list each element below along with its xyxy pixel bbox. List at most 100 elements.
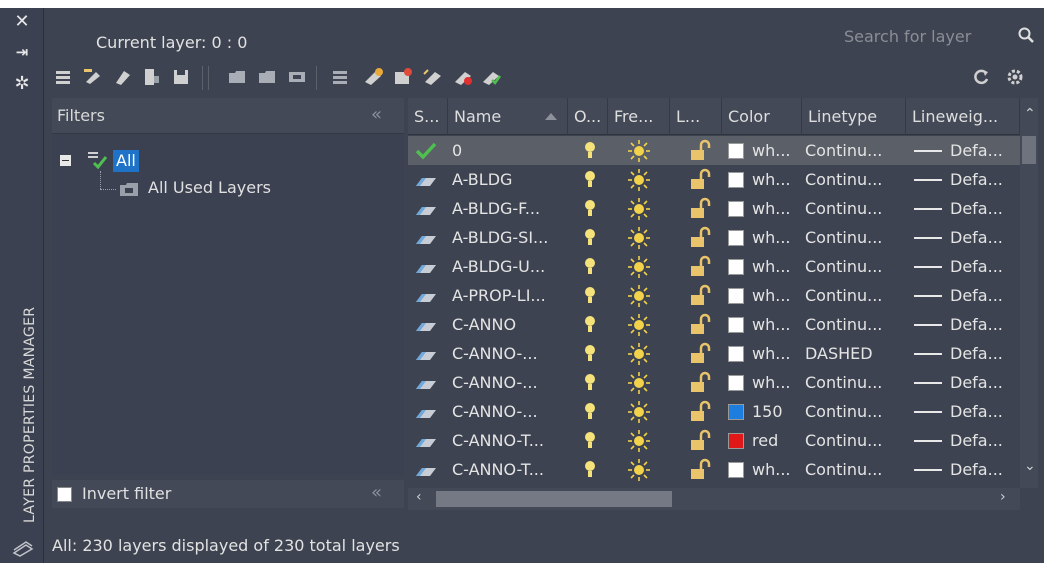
layer-lineweight-cell[interactable]: Defa... — [906, 194, 1018, 223]
layer-linetype[interactable]: Continu... — [805, 368, 905, 397]
lightbulb-on-icon[interactable] — [582, 459, 598, 481]
layer-color-cell[interactable]: wh... — [728, 223, 808, 252]
unlocked-padlock-icon[interactable] — [688, 168, 716, 192]
layer-row[interactable]: A-BLDG-F... wh... Continu... Defa... — [408, 194, 1020, 223]
scroll-left-arrow-icon[interactable]: ‹ — [416, 489, 422, 505]
layer-freeze-cell[interactable] — [620, 252, 670, 281]
layer-status-cell[interactable] — [408, 252, 448, 281]
layer-lock-cell[interactable] — [678, 194, 728, 223]
layer-lock-cell[interactable] — [678, 136, 728, 165]
layer-linetype[interactable]: Continu... — [805, 310, 905, 339]
layer-row[interactable]: C-ANNO-... wh... DASHED Defa... — [408, 339, 1020, 368]
layer-color-cell[interactable]: wh... — [728, 455, 808, 484]
layer-color-cell[interactable]: 150 — [728, 397, 808, 426]
layer-row[interactable]: C-ANNO-... 150 Continu... Defa... — [408, 397, 1020, 426]
unlocked-padlock-icon[interactable] — [688, 139, 716, 163]
layer-name[interactable]: C-ANNO-... — [452, 339, 568, 368]
unlocked-padlock-icon[interactable] — [688, 197, 716, 221]
tree-node-all[interactable]: All — [113, 150, 139, 172]
layer-linetype[interactable]: DASHED — [805, 339, 905, 368]
layer-lock-cell[interactable] — [678, 310, 728, 339]
layer-on-cell[interactable] — [576, 281, 612, 310]
layer-name[interactable]: A-PROP-LI... — [452, 281, 568, 310]
tree-node-all-used-layers[interactable]: All Used Layers — [148, 178, 271, 197]
layer-row[interactable]: A-BLDG-SI... wh... Continu... Defa... — [408, 223, 1020, 252]
search-icon[interactable] — [1018, 27, 1034, 43]
color-swatch[interactable] — [728, 201, 744, 217]
unlocked-padlock-icon[interactable] — [688, 400, 716, 424]
layer-lock-cell[interactable] — [678, 165, 728, 194]
layer-color-cell[interactable]: wh... — [728, 281, 808, 310]
layer-status-cell[interactable] — [408, 339, 448, 368]
color-swatch[interactable] — [728, 346, 744, 362]
layer-on-cell[interactable] — [576, 310, 612, 339]
scroll-up-arrow-icon[interactable]: ⌃ — [1024, 106, 1036, 122]
filter-folder-icon[interactable] — [226, 66, 248, 88]
vertical-scroll-thumb[interactable] — [1022, 136, 1036, 164]
layer-on-cell[interactable] — [576, 223, 612, 252]
lightbulb-on-icon[interactable] — [582, 227, 598, 249]
column-on[interactable]: O... — [568, 98, 608, 135]
layer-color-cell[interactable]: wh... — [728, 368, 808, 397]
layer-status-icon[interactable] — [414, 435, 438, 449]
layer-status-icon[interactable] — [414, 464, 438, 478]
column-freeze[interactable]: Fre... — [608, 98, 670, 135]
layer-on-cell[interactable] — [576, 339, 612, 368]
layer-status-cell[interactable] — [408, 136, 448, 165]
layer-row[interactable]: C-ANNO-... wh... Continu... Defa... — [408, 368, 1020, 397]
new-layer-vp-frozen-icon[interactable] — [362, 66, 384, 88]
unlocked-padlock-icon[interactable] — [688, 429, 716, 453]
lightbulb-on-icon[interactable] — [582, 343, 598, 365]
refresh-icon[interactable] — [970, 66, 992, 88]
delete-layer-icon[interactable] — [392, 66, 414, 88]
color-swatch[interactable] — [728, 259, 744, 275]
layer-freeze-cell[interactable] — [620, 310, 670, 339]
layer-linetype[interactable]: Continu... — [805, 252, 905, 281]
layer-row[interactable]: C-ANNO wh... Continu... Defa... — [408, 310, 1020, 339]
vertical-scrollbar[interactable]: ⌃ ⌄ — [1020, 98, 1038, 488]
layer-lock-cell[interactable] — [678, 281, 728, 310]
sun-thawed-icon[interactable] — [626, 196, 652, 222]
make-current-icon[interactable] — [480, 66, 502, 88]
new-group-filter-icon[interactable] — [112, 66, 134, 88]
layer-name[interactable]: C-ANNO — [452, 310, 568, 339]
layer-status-icon[interactable] — [414, 261, 438, 275]
auto-hide-icon[interactable]: ⇥ — [12, 42, 32, 62]
group-folder-icon[interactable] — [256, 66, 278, 88]
layer-lineweight-cell[interactable]: Defa... — [906, 455, 1018, 484]
layer-lock-cell[interactable] — [678, 339, 728, 368]
lightbulb-on-icon[interactable] — [582, 430, 598, 452]
layer-name[interactable]: C-ANNO-T... — [452, 426, 568, 455]
layer-linetype[interactable]: Continu... — [805, 136, 905, 165]
layer-status-cell[interactable] — [408, 165, 448, 194]
new-layer-icon[interactable] — [330, 66, 352, 88]
layer-linetype[interactable]: Continu... — [805, 223, 905, 252]
horizontal-scroll-thumb[interactable] — [436, 491, 672, 507]
sun-thawed-icon[interactable] — [626, 341, 652, 367]
sun-thawed-icon[interactable] — [626, 138, 652, 164]
layer-translate-icon[interactable] — [286, 66, 308, 88]
layer-status-icon[interactable] — [414, 319, 438, 333]
invert-filter-checkbox[interactable] — [57, 487, 72, 502]
layer-color-cell[interactable]: wh... — [728, 252, 808, 281]
unlocked-padlock-icon[interactable] — [688, 226, 716, 250]
layer-status-icon[interactable] — [414, 377, 438, 391]
collapse-filters-icon[interactable]: « — [371, 104, 382, 125]
layer-linetype[interactable]: Continu... — [805, 397, 905, 426]
lightbulb-on-icon[interactable] — [582, 256, 598, 278]
horizontal-scrollbar[interactable]: ‹ › — [408, 488, 1020, 510]
layer-row[interactable]: 0 wh... Continu... Defa... — [408, 136, 1020, 165]
column-color[interactable]: Color — [722, 98, 802, 135]
layer-lineweight-cell[interactable]: Defa... — [906, 223, 1018, 252]
layer-walk-icon[interactable] — [140, 66, 162, 88]
layer-color-cell[interactable]: wh... — [728, 136, 808, 165]
settings-gear-icon[interactable] — [1004, 66, 1026, 88]
layer-color-cell[interactable]: red — [728, 426, 808, 455]
scroll-down-arrow-icon[interactable]: ⌄ — [1024, 458, 1036, 474]
lightbulb-on-icon[interactable] — [582, 314, 598, 336]
sun-thawed-icon[interactable] — [626, 167, 652, 193]
column-lock[interactable]: L... — [670, 98, 722, 135]
layer-status-cell[interactable] — [408, 281, 448, 310]
search-box[interactable] — [840, 21, 1035, 51]
layer-status-cell[interactable] — [408, 310, 448, 339]
